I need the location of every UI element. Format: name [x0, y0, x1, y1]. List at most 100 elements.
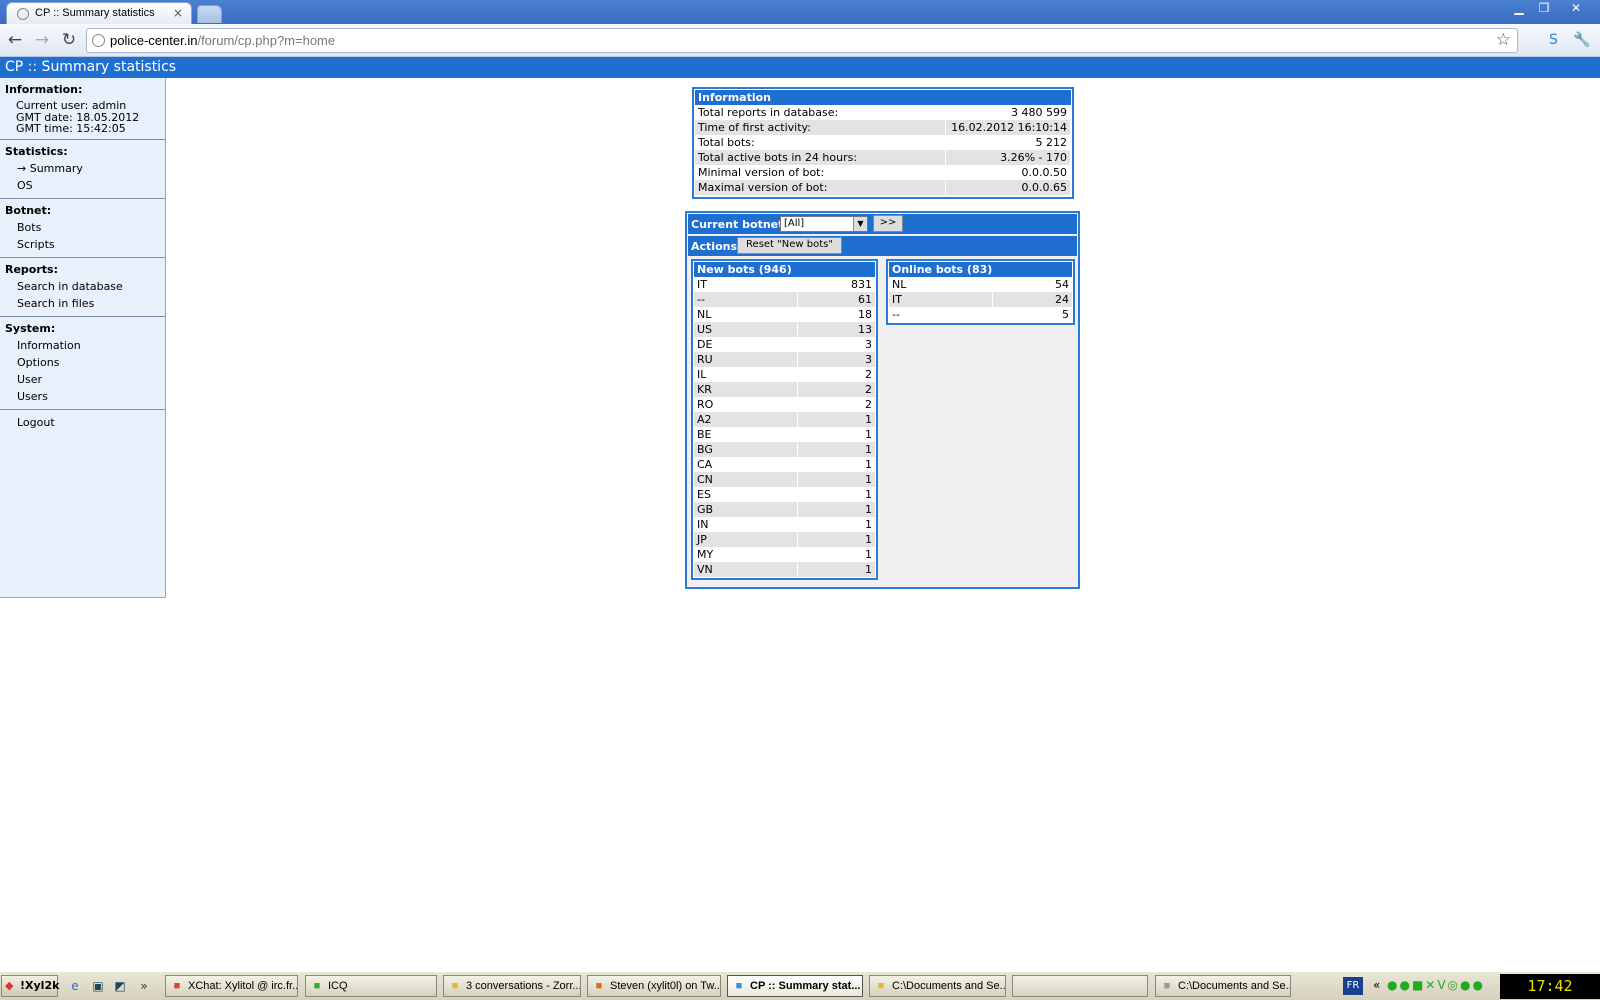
taskbar-item[interactable]: [1012, 975, 1148, 997]
row-value: 0.0.0.65: [945, 180, 1071, 195]
row-value: 1: [797, 412, 875, 427]
actions-bar: Actions: Reset "New bots": [688, 236, 1077, 256]
information-panel: Information Total reports in database: 3 …: [692, 87, 1074, 199]
sidebar-item-summary[interactable]: → Summary: [0, 160, 165, 177]
reset-new-bots-button[interactable]: Reset "New bots": [737, 237, 842, 254]
taskbar-item[interactable]: ■ ICQ: [305, 975, 437, 997]
new-bots-row: CA 1: [694, 457, 875, 472]
chevron-down-icon[interactable]: ▼: [853, 217, 867, 231]
sidebar-item-user[interactable]: User: [0, 371, 165, 388]
row-value: 2: [797, 382, 875, 397]
sidebar-item-scripts[interactable]: Scripts: [0, 236, 165, 253]
sidebar-item-users[interactable]: Users: [0, 388, 165, 405]
taskbar-item[interactable]: ■ XChat: Xylitol @ irc.fr...: [165, 975, 298, 997]
sidebar-heading: System:: [5, 321, 56, 335]
close-icon[interactable]: ✕: [1563, 0, 1589, 17]
firefox-icon: ■: [595, 980, 603, 992]
row-label: MY: [694, 547, 798, 562]
sidebar-group-botnet: Botnet: Bots Scripts: [0, 199, 165, 258]
quicklaunch-more-icon[interactable]: »: [136, 978, 152, 994]
row-label: Maximal version of bot:: [695, 180, 946, 195]
botnet-select[interactable]: [All] ▼: [780, 216, 868, 232]
new-bots-panel: New bots (946) IT 831 -- 61 NL 18 US 13 DE 3 RU 3 IL…: [691, 259, 878, 580]
start-button[interactable]: ◆ !Xyl2k: [1, 975, 59, 997]
row-value: 1: [797, 562, 875, 577]
sidebar-item-information[interactable]: Information: [0, 337, 165, 354]
sidebar-item-search-database[interactable]: Search in database: [0, 278, 165, 295]
tab-close-icon[interactable]: ×: [173, 6, 183, 20]
sidebar-item-logout[interactable]: Logout: [0, 414, 165, 431]
sidebar-heading: Reports:: [5, 262, 58, 276]
online-bots-title: Online bots (83): [889, 262, 1072, 277]
taskbar-item-label: XChat: Xylitol @ irc.fr...: [188, 980, 298, 992]
forward-icon[interactable]: →: [32, 30, 52, 50]
row-label: IT: [889, 292, 993, 307]
row-label: RO: [694, 397, 798, 412]
desktop-icon[interactable]: ▣: [90, 978, 106, 994]
row-value: 3 480 599: [945, 105, 1071, 120]
row-label: Total active bots in 24 hours:: [695, 150, 946, 165]
row-value: 1: [865, 547, 872, 561]
row-label: DE: [694, 337, 798, 352]
actions-label: Actions:: [691, 240, 742, 253]
globe-icon: [92, 34, 105, 47]
taskbar-item-label: ICQ: [328, 980, 348, 992]
new-bots-row: GB 1: [694, 502, 875, 517]
botnet-panel: Current botnet: [All] ▼ >> Actions: Rese…: [685, 211, 1080, 589]
row-label: Total reports in database:: [695, 105, 946, 120]
sidebar-item-options[interactable]: Options: [0, 354, 165, 371]
reload-icon[interactable]: ↻: [59, 30, 79, 50]
new-bots-row: RO 2: [694, 397, 875, 412]
taskbar-item-label: Steven (xylit0l) on Tw...: [610, 980, 721, 992]
current-botnet-bar: Current botnet: [All] ▼ >>: [688, 214, 1077, 234]
language-indicator[interactable]: FR: [1343, 977, 1363, 995]
address-bar[interactable]: police-center.in/forum/cp.php?m=home ☆: [86, 28, 1518, 53]
row-value: 24: [992, 292, 1072, 307]
sidebar-group-system: System: Information Options User Users: [0, 317, 165, 410]
new-bots-row: ES 1: [694, 487, 875, 502]
tray-icons[interactable]: ●●■✕V◎●●: [1387, 978, 1485, 992]
row-label: US: [694, 322, 798, 337]
sidebar-item-bots[interactable]: Bots: [0, 219, 165, 236]
sidebar-item-os[interactable]: OS: [0, 177, 165, 194]
tray-expand-icon[interactable]: «: [1373, 978, 1380, 992]
new-tab-button[interactable]: [197, 5, 222, 23]
taskbar-item-label: C:\Documents and Se...: [1178, 980, 1291, 992]
online-bots-row: IT 24: [889, 292, 1072, 307]
app-icon[interactable]: ◩: [112, 978, 128, 994]
row-value: 2: [865, 397, 872, 411]
ie-icon[interactable]: e: [67, 978, 83, 994]
taskbar-item[interactable]: ■ CP :: Summary stat...: [727, 975, 863, 997]
back-icon[interactable]: ←: [5, 30, 25, 50]
row-label: Minimal version of bot:: [695, 165, 946, 180]
row-value: 18: [858, 307, 872, 321]
restore-icon[interactable]: ❐: [1533, 0, 1555, 17]
taskbar-item[interactable]: ■ C:\Documents and Se...: [1155, 975, 1291, 997]
row-label: Time of first activity:: [695, 120, 946, 135]
wrench-icon[interactable]: 🔧: [1573, 32, 1590, 49]
sidebar-group-information: Information: Current user: admin GMT dat…: [0, 78, 165, 140]
new-bots-title: New bots (946): [694, 262, 875, 277]
row-value: 5: [1062, 307, 1069, 321]
minimize-icon[interactable]: ▁: [1508, 0, 1530, 17]
taskbar-item-label: CP :: Summary stat...: [750, 980, 861, 992]
row-label: GB: [694, 502, 798, 517]
bookmark-star-icon[interactable]: ☆: [1496, 30, 1511, 50]
info-row: Minimal version of bot: 0.0.0.50: [695, 165, 1071, 180]
go-button[interactable]: >>: [873, 215, 903, 232]
new-bots-row: US 13: [694, 322, 875, 337]
skype-icon[interactable]: S: [1545, 32, 1562, 49]
sidebar-item-search-files[interactable]: Search in files: [0, 295, 165, 312]
taskbar-item[interactable]: ■ Steven (xylit0l) on Tw...: [587, 975, 721, 997]
row-label: IL: [694, 367, 798, 382]
row-value: 3.26% - 170: [945, 150, 1071, 165]
sidebar-heading: Information:: [5, 83, 83, 96]
browser-title-bar: CP :: Summary statistics × ▁ ❐ ✕: [0, 0, 1600, 24]
taskbar-item[interactable]: ■ 3 conversations - Zorr...: [443, 975, 581, 997]
new-bots-row: MY 1: [694, 547, 875, 562]
row-value: 1: [865, 517, 872, 531]
info-row: Total active bots in 24 hours: 3.26% - 17…: [695, 150, 1071, 165]
row-label: BE: [694, 427, 798, 442]
taskbar-item[interactable]: ■ C:\Documents and Se...: [869, 975, 1006, 997]
tab-active[interactable]: CP :: Summary statistics ×: [6, 2, 192, 24]
